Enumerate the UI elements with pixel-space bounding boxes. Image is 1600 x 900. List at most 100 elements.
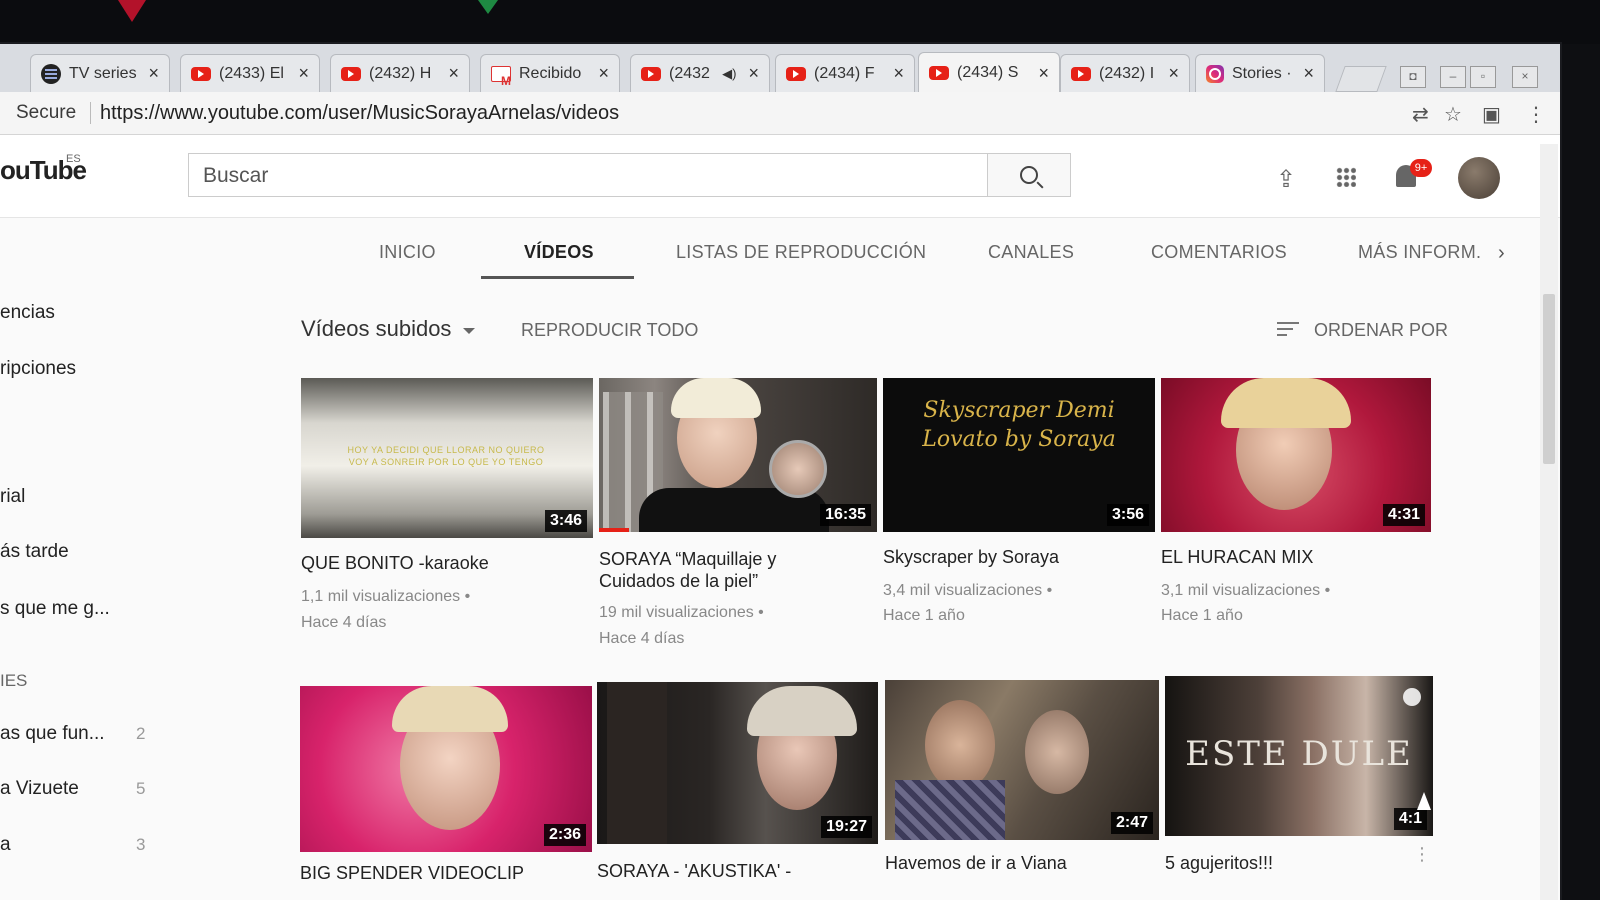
video-title[interactable]: Havemos de ir a Viana bbox=[885, 852, 1155, 874]
sidebar-item-ver-mas-tarde[interactable]: ás tarde bbox=[0, 541, 69, 563]
watch-progress bbox=[599, 528, 629, 532]
close-icon[interactable]: × bbox=[598, 63, 609, 84]
close-icon[interactable]: × bbox=[1303, 63, 1314, 84]
scrollbar-track[interactable] bbox=[1540, 144, 1558, 900]
uploads-dropdown[interactable]: Vídeos subidos bbox=[301, 316, 451, 342]
singer-hair bbox=[1221, 378, 1351, 428]
close-icon[interactable]: × bbox=[448, 63, 459, 84]
tab-channels[interactable]: CANALES bbox=[988, 242, 1074, 263]
tab-label: Stories · bbox=[1232, 64, 1292, 82]
duration-badge: 16:35 bbox=[820, 504, 871, 526]
view-count: 19 mil visualizaciones • bbox=[599, 604, 764, 621]
youtube-icon bbox=[929, 66, 949, 80]
video-title[interactable]: EL HURACAN MIX bbox=[1161, 546, 1421, 568]
extension-icon[interactable]: ▣ bbox=[1482, 102, 1501, 127]
video-title[interactable]: Skyscraper by Soraya bbox=[883, 546, 1143, 568]
apps-grid-icon[interactable] bbox=[1336, 167, 1356, 187]
video-title[interactable]: SORAYA - 'AKUSTIKA' - bbox=[597, 860, 877, 882]
duration-badge: 3:46 bbox=[544, 510, 587, 532]
browser-tab-active[interactable]: (2434) S × bbox=[918, 52, 1060, 93]
video-thumbnail[interactable]: Skyscraper Demi Lovato by Soraya 3:56 bbox=[883, 378, 1155, 532]
close-icon[interactable]: × bbox=[893, 63, 904, 84]
sidebar-item-subscription[interactable]: a bbox=[0, 834, 11, 856]
view-count: 1,1 mil visualizaciones • bbox=[301, 588, 471, 605]
maximize-button[interactable]: ▫ bbox=[1470, 66, 1496, 88]
video-thumbnail[interactable]: 4:31 bbox=[1161, 378, 1431, 532]
close-icon[interactable]: × bbox=[298, 63, 309, 84]
video-title[interactable]: QUE BONITO -karaoke bbox=[301, 552, 581, 574]
menu-icon[interactable]: ⋮ bbox=[1526, 102, 1546, 127]
close-icon[interactable]: × bbox=[1168, 63, 1179, 84]
sidebar-item-subscription[interactable]: as que fun... bbox=[0, 723, 105, 745]
tab-videos[interactable]: VÍDEOS bbox=[524, 242, 594, 263]
thumbnail-text: HOY YA DECIDI QUE LLORAR NO QUIERO VOY A… bbox=[347, 445, 545, 467]
url-input[interactable]: https://www.youtube.com/user/MusicSoraya… bbox=[100, 102, 619, 125]
translate-icon[interactable]: ⇄ bbox=[1412, 102, 1429, 127]
tab-label: (2434) S bbox=[957, 64, 1019, 81]
sort-by-button[interactable]: ORDENAR POR bbox=[1314, 320, 1448, 341]
video-thumbnail[interactable]: 19:27 bbox=[597, 682, 878, 844]
chevron-right-icon[interactable]: › bbox=[1498, 242, 1505, 265]
clock-icon[interactable] bbox=[1403, 688, 1421, 706]
tab-label: (2434) F bbox=[814, 64, 875, 82]
browser-tab-youtube[interactable]: (2432) I × bbox=[1060, 54, 1190, 92]
scrollbar-thumb[interactable] bbox=[1543, 294, 1555, 464]
singer-hair bbox=[392, 686, 508, 732]
video-thumbnail[interactable]: 2:36 bbox=[300, 686, 592, 852]
tab-playlists[interactable]: LISTAS DE REPRODUCCIÓN bbox=[676, 242, 926, 263]
close-icon[interactable]: × bbox=[148, 63, 159, 84]
play-all-button[interactable]: REPRODUCIR TODO bbox=[521, 320, 698, 341]
video-title[interactable]: BIG SPENDER VIDEOCLIP bbox=[300, 862, 590, 884]
video-title[interactable]: SORAYA “Maquillaje y Cuidados de la piel… bbox=[599, 548, 819, 592]
region-label: ES bbox=[66, 153, 81, 165]
duration-badge: 2:36 bbox=[543, 824, 586, 846]
subscription-count: 2 bbox=[136, 724, 146, 743]
search-input[interactable]: Buscar bbox=[188, 153, 988, 197]
tab-inicio[interactable]: INICIO bbox=[379, 242, 436, 263]
new-tab-button[interactable] bbox=[1335, 66, 1387, 92]
sidebar-section-heading: IES bbox=[0, 671, 28, 690]
subscription-count: 5 bbox=[136, 779, 146, 798]
video-title[interactable]: 5 agujeritos!!! bbox=[1165, 852, 1395, 874]
search-button[interactable] bbox=[987, 153, 1071, 197]
caret-down-icon[interactable] bbox=[463, 328, 475, 334]
video-thumbnail[interactable]: ESTE DULE 4:1 bbox=[1165, 676, 1433, 836]
tab-label: (2432) I bbox=[1099, 64, 1155, 82]
sidebar-item-historial[interactable]: rial bbox=[0, 486, 25, 508]
sidebar-item-subscription[interactable]: a Vizuete bbox=[0, 778, 79, 800]
sort-icon[interactable] bbox=[1277, 322, 1299, 336]
product-jar bbox=[769, 440, 827, 498]
tab-comments[interactable]: COMENTARIOS bbox=[1151, 242, 1287, 263]
profile-icon[interactable]: ◘ bbox=[1400, 66, 1426, 88]
sidebar-item-me-gusta[interactable]: s que me g... bbox=[0, 598, 110, 620]
avatar[interactable] bbox=[1458, 157, 1500, 199]
more-options-icon[interactable]: ⋮ bbox=[1413, 844, 1431, 865]
gmail-icon bbox=[491, 65, 511, 82]
browser-tab-youtube-audio[interactable]: (2432 ◀) × bbox=[630, 54, 770, 92]
browser-tab-instagram[interactable]: Stories · × bbox=[1195, 54, 1325, 92]
close-icon[interactable]: × bbox=[1038, 63, 1049, 84]
star-icon[interactable]: ☆ bbox=[1444, 102, 1462, 127]
sidebar: encias ripciones rial ás tarde s que me … bbox=[0, 218, 200, 900]
upload-age: Hace 1 año bbox=[1161, 607, 1243, 624]
video-thumbnail[interactable]: 16:35 bbox=[599, 378, 877, 532]
video-thumbnail[interactable]: 2:47 bbox=[885, 680, 1159, 840]
browser-tab-youtube[interactable]: (2434) F × bbox=[775, 54, 915, 92]
browser-tab-youtube[interactable]: (2433) El × bbox=[180, 54, 320, 92]
tab-about[interactable]: MÁS INFORM. bbox=[1358, 242, 1481, 263]
close-window-button[interactable]: × bbox=[1512, 66, 1538, 88]
close-icon[interactable]: × bbox=[748, 63, 759, 84]
tab-label: TV series bbox=[69, 64, 137, 82]
sidebar-item-tendencias[interactable]: encias bbox=[0, 302, 55, 324]
upload-icon[interactable]: ⇪ bbox=[1276, 165, 1296, 194]
browser-tab-youtube[interactable]: (2432) H × bbox=[330, 54, 470, 92]
sidebar-item-suscripciones[interactable]: ripciones bbox=[0, 358, 76, 380]
view-count: 3,1 mil visualizaciones • bbox=[1161, 582, 1331, 599]
speaker-icon[interactable]: ◀) bbox=[722, 66, 736, 82]
minimize-button[interactable]: – bbox=[1440, 66, 1466, 88]
browser-tab-tv-series[interactable]: TV series × bbox=[30, 54, 170, 92]
upload-age: Hace 4 días bbox=[301, 614, 387, 631]
browser-tab-gmail[interactable]: Recibido × bbox=[480, 54, 620, 92]
search-icon bbox=[1020, 166, 1038, 184]
video-thumbnail[interactable]: HOY YA DECIDI QUE LLORAR NO QUIERO VOY A… bbox=[301, 378, 593, 538]
